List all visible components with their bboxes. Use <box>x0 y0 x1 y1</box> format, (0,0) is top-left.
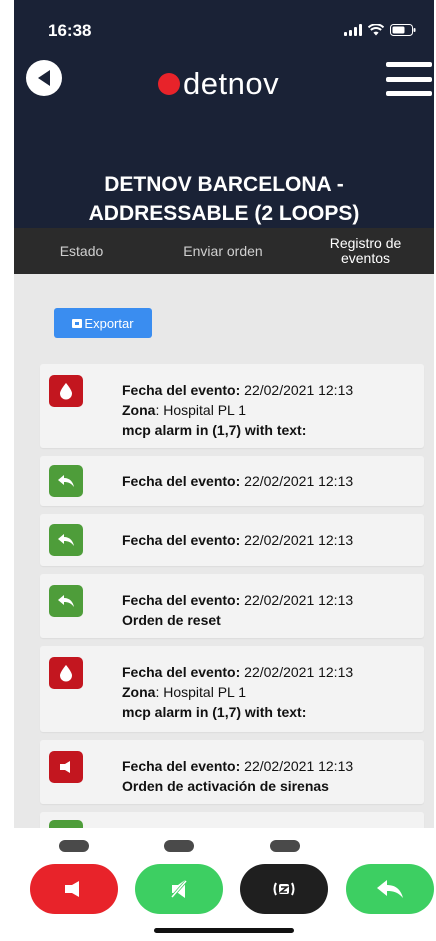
event-item[interactable]: Fecha del evento: 22/02/2021 12:13 Zona:… <box>40 646 424 732</box>
status-time: 16:38 <box>48 21 92 40</box>
tab-label-line-2: eventos <box>340 250 391 266</box>
drag-handle <box>164 840 194 852</box>
reset-arrow-icon <box>49 524 83 556</box>
export-label: Exportar <box>84 315 134 331</box>
event-date: 22/02/2021 12:13 <box>244 473 354 489</box>
tab-enviar-orden[interactable]: Enviar orden <box>149 228 297 274</box>
event-item[interactable] <box>40 812 424 828</box>
export-icon <box>72 318 83 328</box>
event-date: 22/02/2021 12:13 <box>244 532 354 548</box>
title-line-1: DETNOV BARCELONA - <box>104 173 344 196</box>
tab-estado[interactable]: Estado <box>14 228 149 274</box>
app-header: 16:38 detnov DETNOV BARCELONA - ADDRESSA… <box>14 0 434 228</box>
buzzer-mute-button[interactable] <box>240 864 328 914</box>
back-button[interactable] <box>26 60 62 96</box>
buzzer-mute-icon <box>273 882 295 896</box>
event-text: Fecha del evento: 22/02/2021 12:13 Zona:… <box>122 662 353 722</box>
event-text: Fecha del evento: 22/02/2021 12:13 Orden… <box>122 756 353 796</box>
event-item[interactable]: Fecha del evento: 22/02/2021 12:13 Orden… <box>40 740 424 804</box>
back-arrow-icon <box>38 70 50 86</box>
event-zone: : Hospital PL 1 <box>155 402 246 418</box>
tab-bar: Estado Enviar orden Registro de eventos <box>14 228 434 274</box>
event-item[interactable]: Fecha del evento: 22/02/2021 12:13 <box>40 456 424 506</box>
detnov-logo: detnov <box>158 66 279 102</box>
reset-arrow-icon <box>49 465 83 497</box>
event-text: Fecha del evento: 22/02/2021 12:13 Zona:… <box>122 380 353 440</box>
event-item[interactable]: Fecha del evento: 22/02/2021 12:13 <box>40 514 424 566</box>
wifi-icon <box>368 24 384 36</box>
event-date: 22/02/2021 12:13 <box>244 592 354 608</box>
event-date: 22/02/2021 12:13 <box>244 664 354 680</box>
event-message: mcp alarm in (1,7) with text: <box>122 422 307 438</box>
menu-line <box>386 62 432 67</box>
tab-registro-eventos[interactable]: Registro de eventos <box>297 228 434 274</box>
event-date-label: Fecha del evento: <box>122 664 241 680</box>
alarm-drop-icon <box>49 375 83 407</box>
reset-arrow-icon <box>49 585 83 617</box>
page-title: DETNOV BARCELONA - ADDRESSABLE (2 LOOPS) <box>14 170 434 228</box>
event-item[interactable]: Fecha del evento: 22/02/2021 12:13 Zona:… <box>40 364 424 448</box>
event-zone-label: Zona <box>122 684 156 700</box>
event-message: Orden de activación de sirenas <box>122 778 329 794</box>
event-zone-label: Zona <box>122 402 156 418</box>
event-date-label: Fecha del evento: <box>122 758 241 774</box>
hamburger-menu-button[interactable] <box>386 62 432 96</box>
bottom-action-bar <box>14 828 434 941</box>
event-date-label: Fecha del evento: <box>122 592 241 608</box>
menu-line <box>386 91 432 96</box>
alarm-drop-icon <box>49 657 83 689</box>
event-item[interactable]: Fecha del evento: 22/02/2021 12:13 Orden… <box>40 574 424 638</box>
reset-arrow-icon <box>49 820 83 828</box>
status-bar: 16:38 <box>14 0 434 50</box>
phone-screen: 16:38 detnov DETNOV BARCELONA - ADDRESSA… <box>14 0 434 941</box>
event-message: Orden de reset <box>122 612 221 628</box>
reset-button[interactable] <box>346 864 434 914</box>
drag-handle <box>59 840 89 852</box>
event-text: Fecha del evento: 22/02/2021 12:13 <box>122 471 353 491</box>
signal-icon <box>344 24 362 36</box>
event-date-label: Fecha del evento: <box>122 473 241 489</box>
silence-icon <box>169 879 189 899</box>
event-log: Exportar Fecha del evento: 22/02/2021 12… <box>14 274 434 828</box>
event-text: Fecha del evento: 22/02/2021 12:13 <box>122 530 353 550</box>
home-indicator <box>154 928 294 933</box>
event-date: 22/02/2021 12:13 <box>244 758 354 774</box>
drag-handle <box>270 840 300 852</box>
logo-dot-icon <box>158 73 180 95</box>
event-zone: : Hospital PL 1 <box>155 684 246 700</box>
event-message: mcp alarm in (1,7) with text: <box>122 704 307 720</box>
menu-line <box>386 76 432 82</box>
tab-label-line-1: Registro de <box>329 235 402 251</box>
event-text: Fecha del evento: 22/02/2021 12:13 Orden… <box>122 590 353 630</box>
battery-icon <box>390 24 416 36</box>
siren-icon <box>65 881 79 897</box>
event-date-label: Fecha del evento: <box>122 382 241 398</box>
title-line-2: ADDRESSABLE (2 LOOPS) <box>88 202 360 225</box>
siren-icon <box>49 751 83 783</box>
reset-icon <box>377 880 403 898</box>
event-date-label: Fecha del evento: <box>122 532 241 548</box>
logo-text: detnov <box>183 66 280 101</box>
activate-sirens-button[interactable] <box>30 864 118 914</box>
export-button[interactable]: Exportar <box>54 308 152 338</box>
silence-button[interactable] <box>135 864 223 914</box>
event-date: 22/02/2021 12:13 <box>244 382 354 398</box>
system-icons <box>344 24 416 36</box>
